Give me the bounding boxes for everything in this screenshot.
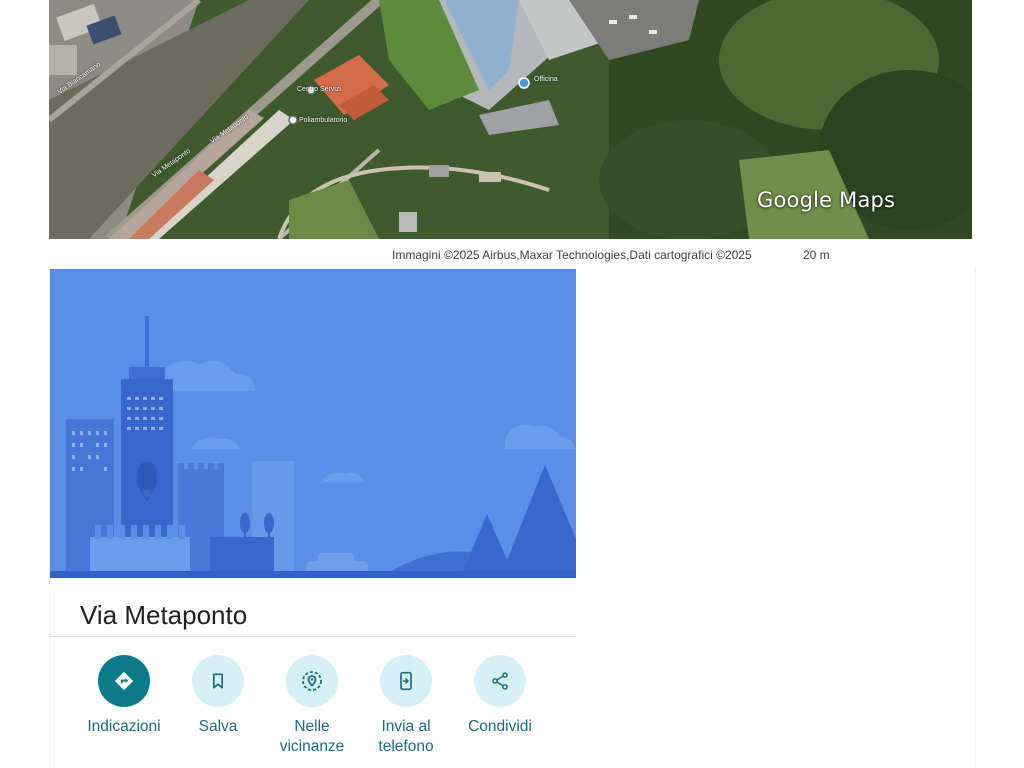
nearby-label: Nelle vicinanze	[262, 717, 362, 757]
place-hero-illustration	[50, 269, 576, 578]
directions-label: Indicazioni	[87, 718, 161, 735]
place-title: Via Metaponto	[80, 600, 248, 630]
save-button[interactable]: Salva	[168, 655, 268, 737]
map-attribution: Immagini ©2025 Airbus,Maxar Technologies…	[392, 248, 752, 262]
send-to-phone-label-line1: Invia al	[381, 718, 431, 735]
city-skyline-illustration	[50, 269, 576, 578]
share-button[interactable]: Condividi	[450, 655, 550, 737]
divider	[50, 636, 576, 637]
bookmark-icon	[192, 655, 244, 707]
share-label: Condividi	[468, 718, 532, 735]
nearby-icon	[286, 655, 338, 707]
save-label: Salva	[198, 718, 238, 735]
directions-button[interactable]: Indicazioni	[74, 655, 174, 737]
map-poi-label: Officina	[534, 76, 558, 83]
nearby-button[interactable]: Nelle vicinanze	[262, 655, 362, 757]
directions-icon	[98, 655, 150, 707]
send-to-phone-label: Invia al telefono	[356, 717, 456, 757]
satellite-map[interactable]: Via Metaponto Via Metaponto Centro Servi…	[49, 0, 972, 239]
send-to-phone-button[interactable]: Invia al telefono	[356, 655, 456, 757]
map-poi-label: Poliambulatorio	[299, 117, 348, 124]
send-to-phone-label-line2: telefono	[378, 738, 434, 755]
nearby-label-line1: Nelle	[294, 718, 330, 735]
nearby-label-line2: vicinanze	[279, 738, 345, 755]
send-to-phone-icon	[380, 655, 432, 707]
map-poi-label: Centro Servizi	[297, 86, 341, 93]
share-icon	[474, 655, 526, 707]
map-scale: 20 m	[803, 248, 830, 262]
google-maps-logo: Google Maps	[757, 188, 896, 212]
